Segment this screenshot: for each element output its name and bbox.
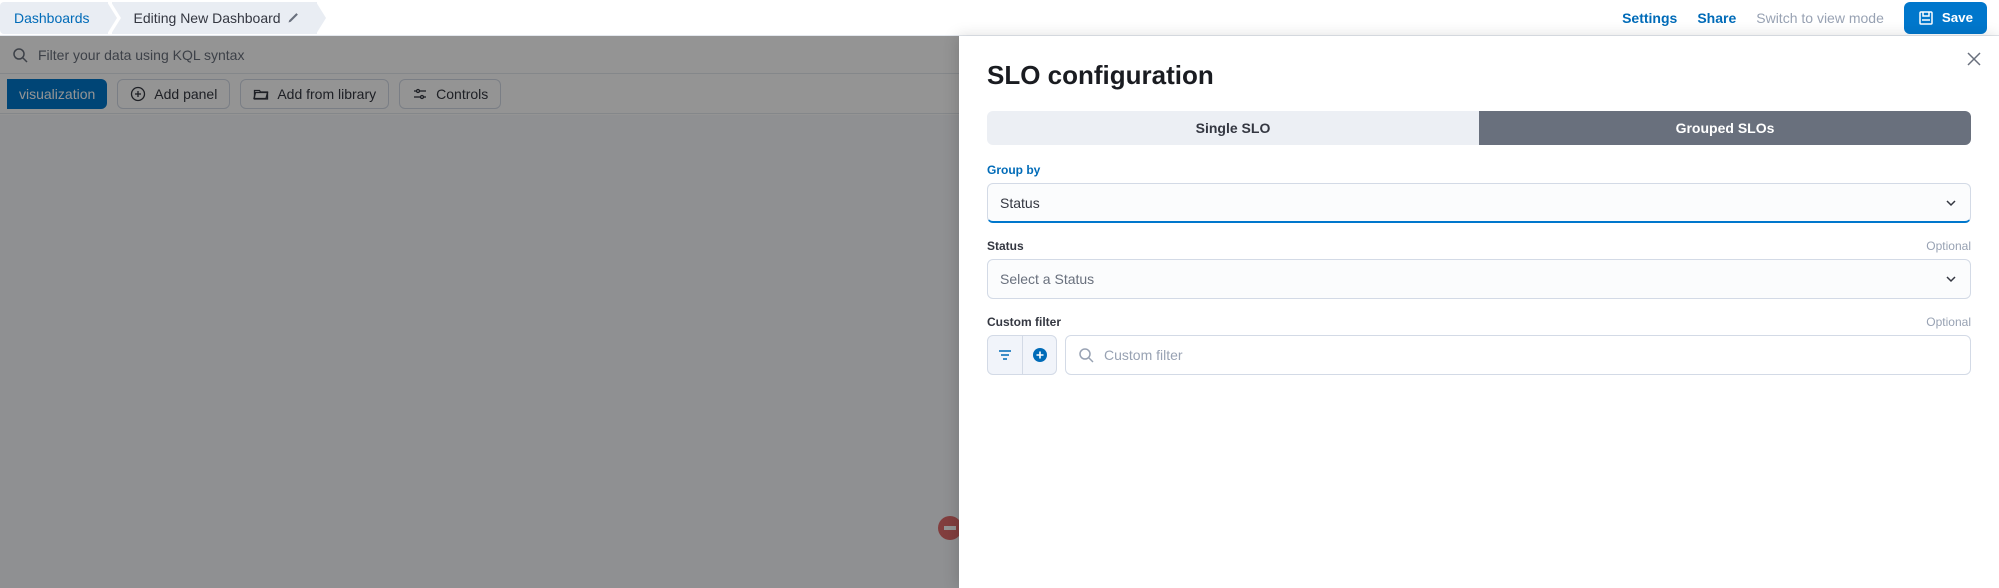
custom-filter-input[interactable] [1104,347,1958,363]
add-filter-button[interactable] [1022,336,1056,374]
chevron-down-icon [1944,196,1958,210]
custom-filter-row: Custom filter Optional [987,315,1971,375]
share-link[interactable]: Share [1697,10,1736,26]
top-actions: Settings Share Switch to view mode Save [1622,2,1987,34]
breadcrumb-current[interactable]: Editing New Dashboard [112,2,317,34]
tab-single-slo[interactable]: Single SLO [987,111,1479,145]
status-row: Status Optional Select a Status [987,239,1971,299]
custom-filter-label: Custom filter [987,315,1061,329]
filter-controls-group [987,335,1057,375]
filter-icon [997,347,1013,363]
switch-view-mode-link[interactable]: Switch to view mode [1756,10,1884,26]
group-by-label: Group by [987,163,1040,177]
custom-filter-input-wrap [1065,335,1971,375]
search-icon [1078,347,1094,363]
save-button-label: Save [1942,10,1973,25]
plus-filled-icon [1032,347,1048,363]
filter-settings-button[interactable] [988,336,1022,374]
breadcrumbs: Dashboards Editing New Dashboard [0,0,317,35]
breadcrumb-dashboards-label: Dashboards [14,10,90,26]
app-root: Dashboards Editing New Dashboard Setting… [0,0,1999,588]
close-icon [1967,52,1981,66]
breadcrumb-current-label: Editing New Dashboard [134,10,281,26]
close-flyout-button[interactable] [1961,46,1987,75]
top-bar: Dashboards Editing New Dashboard Setting… [0,0,1999,36]
custom-filter-optional: Optional [1926,315,1971,329]
save-icon [1918,10,1934,26]
tab-grouped-slos[interactable]: Grouped SLOs [1479,111,1971,145]
save-button[interactable]: Save [1904,2,1987,34]
status-placeholder: Select a Status [1000,271,1094,287]
tab-single-slo-label: Single SLO [1196,120,1271,136]
status-optional: Optional [1926,239,1971,253]
status-label: Status [987,239,1024,253]
tab-grouped-slos-label: Grouped SLOs [1676,120,1775,136]
pencil-icon [287,12,299,24]
group-by-row: Group by Status [987,163,1971,223]
breadcrumb-dashboards[interactable]: Dashboards [0,2,108,34]
settings-link[interactable]: Settings [1622,10,1677,26]
slo-config-flyout: SLO configuration Single SLO Grouped SLO… [959,36,1999,588]
slo-mode-tabs: Single SLO Grouped SLOs [987,111,1971,145]
group-by-value: Status [1000,195,1040,211]
status-select[interactable]: Select a Status [987,259,1971,299]
group-by-select[interactable]: Status [987,183,1971,223]
flyout-title: SLO configuration [987,60,1971,91]
chevron-down-icon [1944,272,1958,286]
